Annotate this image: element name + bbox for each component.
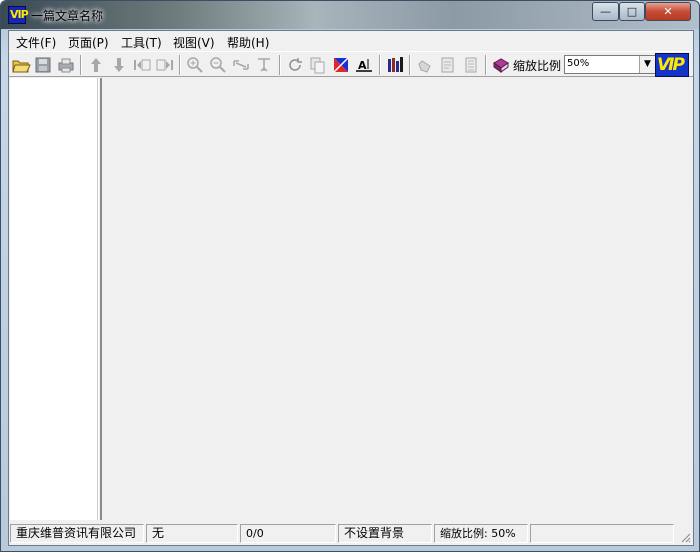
- book-icon[interactable]: [491, 55, 511, 75]
- page-down-icon[interactable]: [109, 55, 129, 75]
- app-window: VIP 一篇文章名称 — □ ✕ 文件(F) 页面(P) 工具(T) 视图(V)…: [0, 0, 700, 552]
- color-icon[interactable]: [331, 55, 351, 75]
- page-up-icon[interactable]: [86, 55, 106, 75]
- save-icon[interactable]: [33, 55, 53, 75]
- menu-help[interactable]: 帮助(H): [227, 34, 269, 51]
- navigation-panel[interactable]: [10, 78, 98, 520]
- chevron-down-icon[interactable]: ▼: [639, 56, 655, 73]
- vip-logo-text: VIP: [657, 55, 685, 75]
- text-select-icon[interactable]: A: [354, 55, 374, 75]
- zoom-select-value: 50%: [567, 58, 590, 69]
- maximize-button[interactable]: □: [619, 2, 645, 21]
- toolbar-separator: [179, 55, 181, 75]
- copy-icon[interactable]: [308, 55, 328, 75]
- toolbar-separator: [379, 55, 381, 75]
- client-area: 文件(F) 页面(P) 工具(T) 视图(V) 帮助(H) A 缩放比例 50%…: [8, 30, 694, 546]
- svg-text:A: A: [358, 59, 367, 72]
- menu-tools[interactable]: 工具(T): [121, 34, 162, 51]
- app-icon-text: VIP: [10, 8, 29, 21]
- zoom-out-icon[interactable]: [208, 55, 228, 75]
- status-extra: [530, 524, 674, 543]
- status-mode: 无: [146, 524, 238, 543]
- menu-page[interactable]: 页面(P): [68, 34, 109, 51]
- hand-tool-icon[interactable]: [415, 55, 435, 75]
- fit-width-icon[interactable]: [231, 55, 251, 75]
- status-page: 0/0: [240, 524, 336, 543]
- last-page-icon[interactable]: [155, 55, 175, 75]
- menu-view[interactable]: 视图(V): [173, 34, 215, 51]
- document-view[interactable]: [102, 78, 693, 520]
- print-icon[interactable]: [56, 55, 76, 75]
- first-page-icon[interactable]: [132, 55, 152, 75]
- status-company: 重庆维普资讯有限公司: [10, 524, 144, 543]
- toolbar-separator: [485, 55, 487, 75]
- vip-logo: VIP: [655, 53, 689, 77]
- status-background: 不设置背景: [338, 524, 432, 543]
- zoom-in-icon[interactable]: [185, 55, 205, 75]
- minimize-button[interactable]: —: [592, 2, 619, 21]
- toolbar-separator: [80, 55, 82, 75]
- document-info-icon[interactable]: [461, 55, 481, 75]
- library-icon[interactable]: [385, 55, 405, 75]
- title-bar[interactable]: VIP 一篇文章名称 — □ ✕: [1, 1, 699, 29]
- menu-file[interactable]: 文件(F): [16, 34, 56, 51]
- select-page-icon[interactable]: [438, 55, 458, 75]
- resize-grip-icon[interactable]: [679, 531, 691, 543]
- status-zoom: 缩放比例: 50%: [434, 524, 528, 543]
- fit-page-icon[interactable]: [254, 55, 274, 75]
- toolbar: A 缩放比例 50% ▼ VIP: [9, 51, 693, 77]
- toolbar-separator: [279, 55, 281, 75]
- menu-bar: 文件(F) 页面(P) 工具(T) 视图(V) 帮助(H): [9, 31, 693, 51]
- rotate-icon[interactable]: [285, 55, 305, 75]
- vip-app-icon[interactable]: VIP: [8, 6, 29, 24]
- status-bar: 重庆维普资讯有限公司 无 0/0 不设置背景 缩放比例: 50%: [9, 521, 693, 545]
- window-title: 一篇文章名称: [31, 9, 104, 23]
- toolbar-separator: [409, 55, 411, 75]
- zoom-label: 缩放比例: [513, 59, 562, 73]
- close-button[interactable]: ✕: [645, 2, 691, 21]
- zoom-select[interactable]: 50% ▼: [564, 55, 656, 74]
- open-folder-icon[interactable]: [11, 55, 31, 75]
